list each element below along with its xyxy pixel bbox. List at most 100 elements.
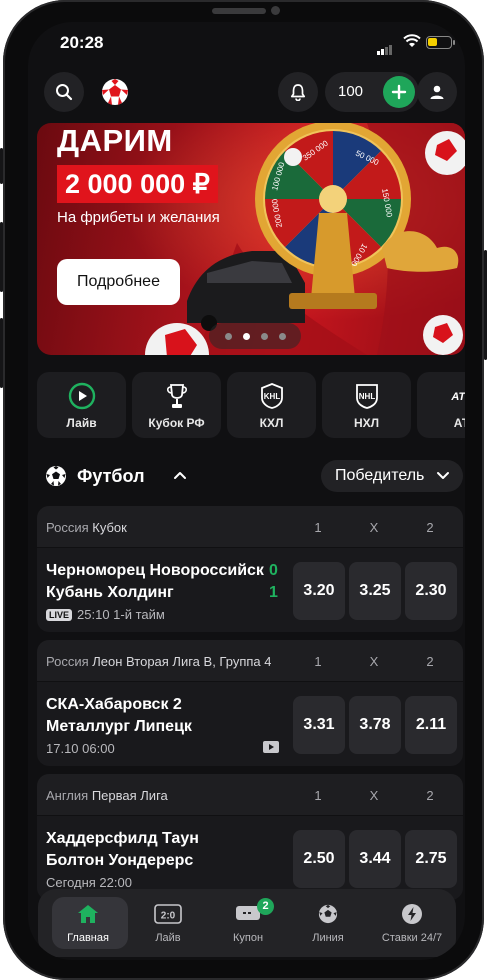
svg-text:ATP: ATP bbox=[450, 391, 465, 403]
carousel-indicator[interactable] bbox=[209, 323, 301, 349]
category-live[interactable]: Лайв bbox=[37, 372, 126, 438]
notifications-button[interactable] bbox=[278, 72, 318, 112]
score-home: 0 bbox=[269, 562, 278, 579]
screen: 20:28 100 350 000 50 000 150 000 200 000… bbox=[28, 22, 465, 960]
league-name: Англия Первая Лига bbox=[46, 788, 168, 803]
banner-title: ДАРИМ bbox=[57, 123, 173, 158]
bell-icon bbox=[290, 84, 306, 101]
profile-button[interactable] bbox=[417, 72, 457, 112]
coupon-count-badge: 2 bbox=[257, 898, 274, 915]
football-icon bbox=[46, 466, 66, 486]
atp-icon: ATP bbox=[450, 391, 465, 403]
odds-column-label: 1 bbox=[314, 520, 322, 535]
category-label: Лайв bbox=[66, 416, 97, 430]
deposit-button[interactable] bbox=[383, 76, 415, 108]
promo-banner[interactable]: 350 000 50 000 150 000 200 000 100 000 1… bbox=[37, 123, 465, 355]
odd-button-1[interactable]: 2.50 bbox=[293, 830, 345, 888]
odds-column-label: X bbox=[369, 654, 379, 669]
balance-widget[interactable]: 100 bbox=[325, 72, 419, 112]
team-away: Болтон Уондерерс bbox=[46, 852, 194, 869]
match-card-header: Россия Кубок 1 X 2 bbox=[37, 506, 463, 548]
status-time: 20:28 bbox=[60, 33, 104, 52]
banner-amount: 2 000 000 ₽ bbox=[57, 165, 218, 203]
carousel-dot-active[interactable] bbox=[242, 332, 250, 340]
tab-home[interactable]: Главная bbox=[48, 889, 128, 957]
tab-coupon[interactable]: 2 Купон bbox=[208, 889, 288, 957]
team-away: Металлург Липецк bbox=[46, 718, 192, 735]
top-header: 100 bbox=[28, 72, 465, 112]
odd-button-x[interactable]: 3.78 bbox=[349, 696, 401, 754]
odd-button-1[interactable]: 3.20 bbox=[293, 562, 345, 620]
tab-label: Главная bbox=[67, 932, 109, 944]
search-icon bbox=[56, 84, 73, 101]
odd-button-2[interactable]: 2.11 bbox=[405, 696, 457, 754]
odds-column-label: 2 bbox=[426, 520, 434, 535]
ball-decoration bbox=[284, 148, 302, 166]
category-label: Кубок РФ bbox=[148, 416, 205, 430]
category-russian-cup[interactable]: Кубок РФ bbox=[132, 372, 221, 438]
match-datetime: 17.10 06:00 bbox=[46, 741, 115, 756]
svg-text:KHL: KHL bbox=[263, 392, 280, 401]
volume-up-button bbox=[0, 222, 3, 292]
volume-down-button bbox=[0, 318, 3, 388]
odd-button-x[interactable]: 3.44 bbox=[349, 830, 401, 888]
live-score-icon: 2:0 bbox=[154, 904, 182, 924]
play-icon bbox=[68, 382, 95, 410]
tab-label: Линия bbox=[312, 932, 344, 944]
odd-button-2[interactable]: 2.30 bbox=[405, 562, 457, 620]
tab-label: Лайв bbox=[155, 932, 181, 944]
wifi-icon bbox=[403, 34, 421, 47]
tab-label: Купон bbox=[232, 932, 264, 944]
odds-column-label: X bbox=[369, 788, 379, 803]
team-home: Хаддерсфилд Таун bbox=[46, 830, 199, 847]
carousel-dot[interactable] bbox=[278, 332, 286, 340]
battery-icon bbox=[426, 36, 455, 49]
svg-text:2:0: 2:0 bbox=[161, 911, 176, 922]
match-card-header: Россия Леон Вторая Лига В, Группа 4 1 X … bbox=[37, 640, 463, 682]
category-nhl[interactable]: NHL НХЛ bbox=[322, 372, 411, 438]
league-name: Россия Кубок bbox=[46, 520, 127, 535]
odds-column-label: 2 bbox=[426, 788, 434, 803]
match-card[interactable]: Англия Первая Лига 1 X 2 Хаддерсфилд Тау… bbox=[37, 774, 463, 900]
category-strip: Лайв Кубок РФ KHL КХЛ NHL НХЛ ATP А bbox=[37, 372, 465, 440]
chevron-up-icon[interactable] bbox=[173, 470, 187, 480]
match-time: LIVE 25:10 1-й тайм bbox=[46, 607, 165, 622]
live-badge: LIVE bbox=[46, 608, 73, 621]
lightning-icon bbox=[402, 904, 422, 924]
score-away: 1 bbox=[269, 584, 278, 601]
odds-column-label: X bbox=[369, 520, 379, 535]
front-camera bbox=[271, 6, 280, 15]
match-card[interactable]: Россия Кубок 1 X 2 Черноморец Новороссий… bbox=[37, 506, 463, 632]
carousel-dot[interactable] bbox=[260, 332, 268, 340]
brand-logo-icon[interactable] bbox=[100, 77, 130, 107]
odds-column-label: 1 bbox=[314, 788, 322, 803]
sport-section-header: Футбол Победитель bbox=[45, 460, 463, 492]
banner-details-button[interactable]: Подробнее bbox=[57, 259, 180, 305]
odd-button-1[interactable]: 3.31 bbox=[293, 696, 345, 754]
match-card[interactable]: Россия Леон Вторая Лига В, Группа 4 1 X … bbox=[37, 640, 463, 766]
khl-icon: KHL bbox=[260, 383, 283, 409]
match-time: Сегодня 22:00 bbox=[46, 875, 132, 890]
tab-live[interactable]: 2:0 Лайв bbox=[128, 889, 208, 957]
category-atp[interactable]: ATP АТ bbox=[417, 372, 465, 438]
svg-text:NHL: NHL bbox=[358, 392, 375, 401]
bottom-tab-bar: Главная 2:0 Лайв 2 Купон Линия Ставки 24… bbox=[38, 889, 456, 957]
category-label: НХЛ bbox=[353, 416, 380, 430]
video-stream-icon[interactable] bbox=[263, 741, 279, 753]
tab-line[interactable]: Линия bbox=[288, 889, 368, 957]
team-home: СКА-Хабаровск 2 bbox=[46, 696, 182, 713]
match-time: 17.10 06:00 bbox=[46, 741, 115, 756]
category-khl[interactable]: KHL КХЛ bbox=[227, 372, 316, 438]
odd-button-x[interactable]: 3.25 bbox=[349, 562, 401, 620]
tab-bets-247[interactable]: Ставки 24/7 bbox=[368, 889, 456, 957]
tab-label: Ставки 24/7 bbox=[381, 932, 443, 944]
cellular-signal-icon bbox=[377, 37, 393, 55]
search-button[interactable] bbox=[44, 72, 84, 112]
market-selector[interactable]: Победитель bbox=[321, 460, 463, 492]
speaker bbox=[212, 8, 266, 14]
match-period: 25:10 1-й тайм bbox=[77, 607, 165, 622]
match-card-header: Англия Первая Лига 1 X 2 bbox=[37, 774, 463, 816]
carousel-dot[interactable] bbox=[224, 332, 232, 340]
plus-icon bbox=[391, 84, 407, 100]
odd-button-2[interactable]: 2.75 bbox=[405, 830, 457, 888]
